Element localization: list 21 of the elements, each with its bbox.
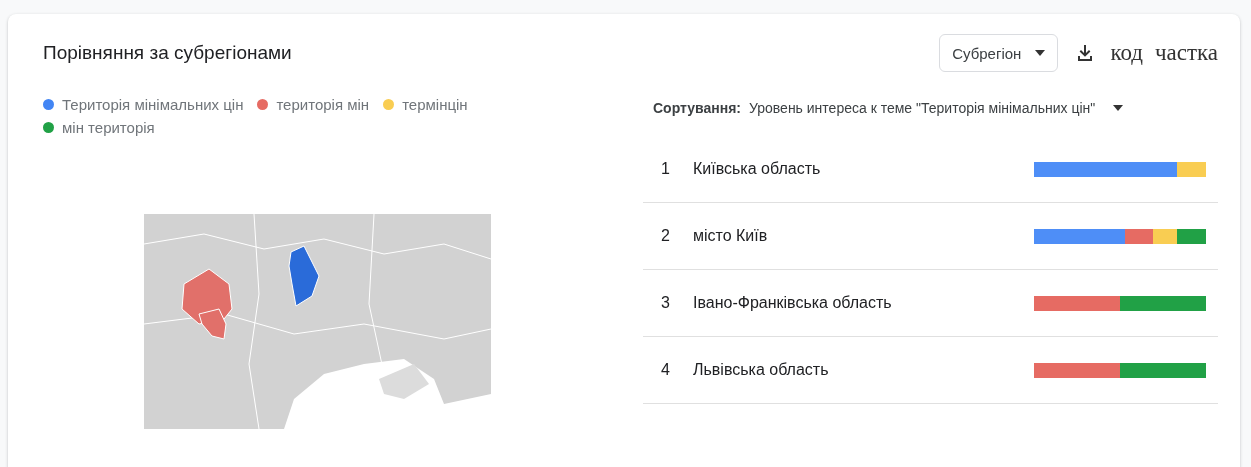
- region-name: Київська область: [693, 160, 822, 178]
- legend-label: мін територія: [62, 119, 155, 136]
- legend-label: термінцін: [402, 96, 468, 113]
- header-link[interactable]: код: [1110, 40, 1143, 66]
- rank-number: 4: [660, 361, 671, 379]
- header-link[interactable]: частка: [1154, 40, 1218, 66]
- region-name: місто Київ: [693, 227, 769, 245]
- region-name: Івано-Франківська область: [693, 294, 893, 312]
- caret-icon: [1035, 50, 1046, 56]
- caret-icon: [1113, 105, 1124, 111]
- subregion-dropdown[interactable]: Субрегіон: [939, 34, 1059, 72]
- rank-number: 2: [660, 227, 671, 245]
- rank-number: 1: [660, 160, 671, 178]
- card-title: Порівняння за субрегіонами: [43, 42, 292, 64]
- rank-number: 3: [660, 294, 671, 312]
- sort-label: Сортування:: [653, 100, 741, 116]
- region-name: Львівська область: [693, 361, 830, 379]
- legend-label: територія мін: [276, 96, 370, 113]
- legend-label: Територія мінімальних цін: [62, 96, 244, 113]
- sort-dropdown[interactable]: Уровень интереса к теме "Територія мінімальних цін": [749, 100, 1124, 116]
- download-icon[interactable]: [1076, 44, 1095, 62]
